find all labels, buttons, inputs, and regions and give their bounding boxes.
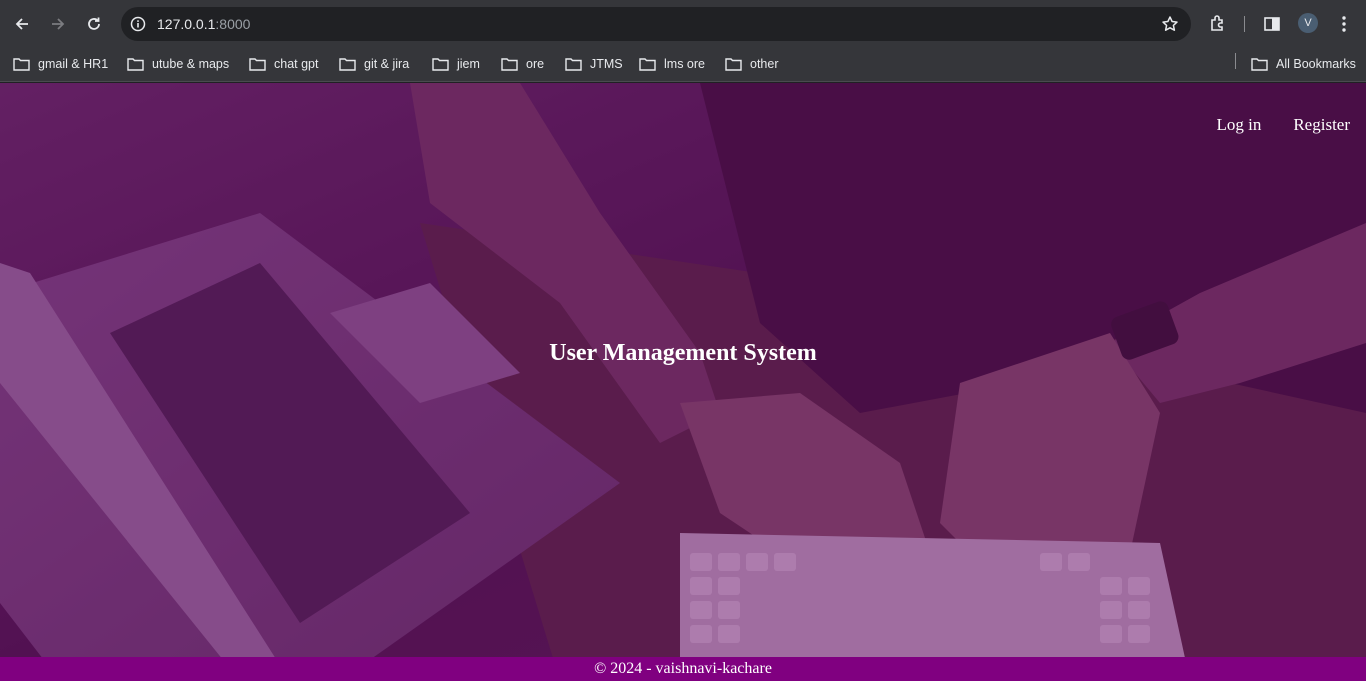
bookmark-folder[interactable]: gmail & HR1	[13, 53, 108, 75]
bookmark-folder[interactable]: JTMS	[565, 53, 623, 75]
bookmark-label: ore	[526, 57, 545, 71]
bookmark-label: git & jira	[364, 57, 410, 71]
folder-icon	[13, 58, 30, 71]
folder-icon	[127, 58, 144, 71]
bookmark-label: jiem	[457, 57, 480, 71]
bookmark-label: JTMS	[590, 57, 623, 71]
folder-icon	[432, 58, 449, 71]
extensions-icon[interactable]	[1207, 13, 1229, 35]
folder-icon	[249, 58, 266, 71]
bookmark-label: utube & maps	[152, 57, 230, 71]
profile-avatar[interactable]: V	[1298, 13, 1318, 33]
web-page: Log in Register User Management System ©…	[0, 83, 1366, 681]
forward-arrow-icon[interactable]	[45, 11, 71, 37]
bookmark-folder[interactable]: jiem	[432, 53, 480, 75]
bookmark-label: gmail & HR1	[38, 57, 109, 71]
folder-icon	[339, 58, 356, 71]
star-icon[interactable]	[1161, 15, 1179, 33]
folder-icon	[565, 58, 582, 71]
folder-icon	[725, 58, 742, 71]
site-info-icon[interactable]	[128, 14, 148, 34]
folder-icon	[501, 58, 518, 71]
bookmark-folder[interactable]: lms ore	[639, 53, 705, 75]
register-link[interactable]: Register	[1293, 115, 1350, 135]
bookmarks-bar: gmail & HR1 utube & maps chat gpt git & …	[0, 47, 1366, 82]
reload-icon[interactable]	[81, 11, 107, 37]
url-text: 127.0.0.1:8000	[157, 16, 250, 32]
bookmark-folder[interactable]: utube & maps	[127, 53, 229, 75]
top-nav: Log in Register	[1216, 115, 1350, 135]
bookmark-folder[interactable]: other	[725, 53, 779, 75]
all-bookmarks[interactable]: All Bookmarks	[1251, 53, 1356, 75]
page-title: User Management System	[549, 340, 817, 366]
all-bookmarks-label: All Bookmarks	[1276, 57, 1356, 71]
bookmark-label: other	[750, 57, 779, 71]
browser-toolbar: 127.0.0.1:8000 V	[0, 0, 1366, 47]
footer: © 2024 - vaishnavi-kachare	[0, 657, 1366, 681]
menu-dots-icon[interactable]	[1333, 13, 1355, 35]
bookmark-label: chat gpt	[274, 57, 319, 71]
bookmark-folder[interactable]: chat gpt	[249, 53, 318, 75]
address-bar[interactable]: 127.0.0.1:8000	[121, 7, 1191, 41]
bookmark-label: lms ore	[664, 57, 705, 71]
side-panel-icon[interactable]	[1261, 13, 1283, 35]
login-link[interactable]: Log in	[1216, 115, 1261, 135]
toolbar-separator	[1244, 16, 1245, 32]
url-port: :8000	[215, 16, 251, 32]
hero-overlay	[0, 83, 1366, 657]
bookmark-folder[interactable]: ore	[501, 53, 544, 75]
bookmark-folder[interactable]: git & jira	[339, 53, 409, 75]
bookmarks-separator	[1235, 53, 1236, 69]
folder-icon	[639, 58, 656, 71]
back-arrow-icon[interactable]	[9, 11, 35, 37]
url-host: 127.0.0.1	[157, 16, 216, 32]
folder-icon	[1251, 58, 1268, 71]
